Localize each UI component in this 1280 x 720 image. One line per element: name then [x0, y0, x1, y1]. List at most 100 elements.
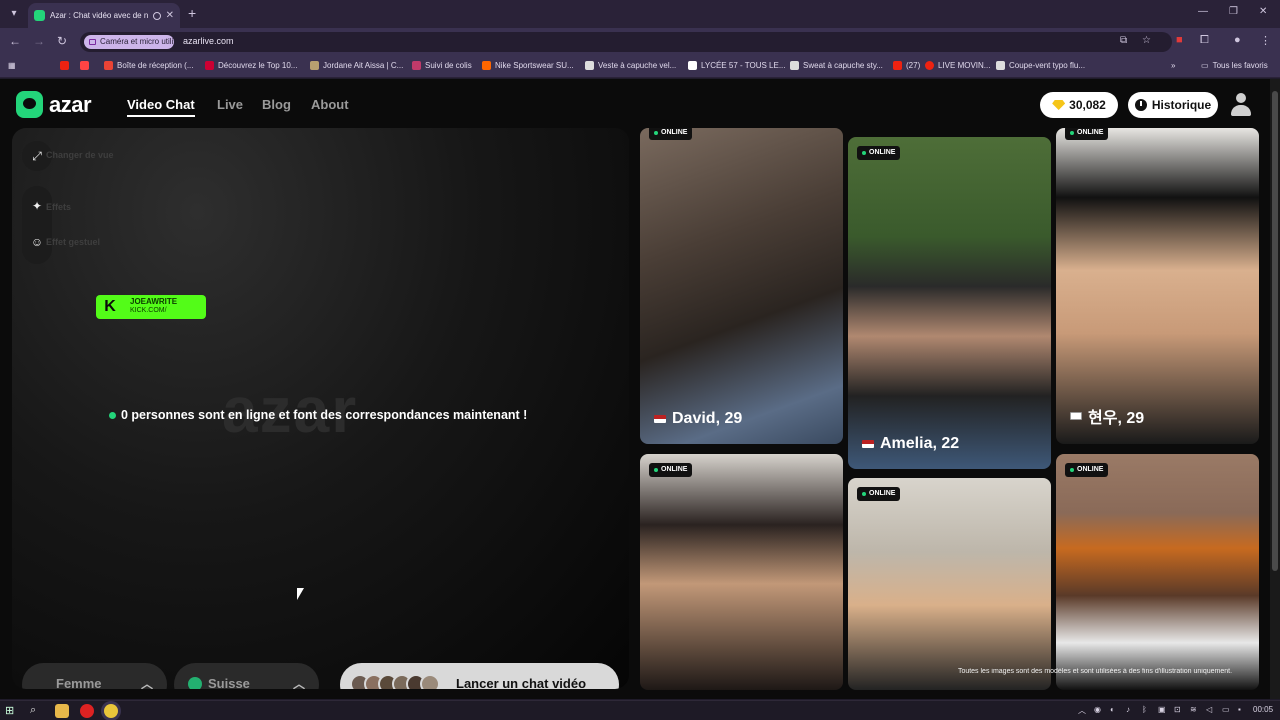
bookmark-top10[interactable]: Découvrez le Top 10... — [205, 61, 297, 70]
chrome-icon[interactable] — [104, 704, 118, 718]
tray-overflow-icon[interactable]: ︿ — [1078, 705, 1086, 716]
gender-filter-value: Femme — [56, 676, 102, 689]
bookmark-veste[interactable]: Veste à capuche vel... — [585, 61, 676, 70]
profile-name: 현우, 29 — [1070, 404, 1144, 428]
clock-time[interactable]: 00:05 — [1253, 705, 1273, 714]
all-bookmarks[interactable]: ▭ Tous les favoris — [1201, 61, 1268, 70]
page-scrollbar[interactable] — [1270, 79, 1280, 699]
online-badge: ONLINE — [649, 128, 693, 140]
online-badge: ONLINE — [1065, 128, 1109, 140]
folder-icon: ▭ — [1201, 61, 1209, 70]
chevron-up-icon: ︿ — [140, 677, 153, 689]
live-dot-icon — [925, 61, 934, 70]
bookmark-star-icon[interactable]: ☆ — [1142, 35, 1151, 46]
online-badge: ONLINE — [857, 487, 901, 501]
user-faces-stack — [350, 674, 440, 689]
cast-icon[interactable]: ⧉ — [1120, 35, 1127, 46]
reload-icon[interactable]: ↻ — [57, 34, 67, 48]
bluetooth-icon[interactable]: ᛒ — [1142, 705, 1147, 714]
tray-icon[interactable]: ◉ — [1094, 705, 1101, 714]
gender-filter-select[interactable]: Femme ︿ — [22, 663, 167, 689]
camera-mic-permission-chip[interactable]: Caméra et micro utilisés — [84, 35, 174, 49]
nav-live[interactable]: Live — [217, 97, 243, 112]
microphone-icon[interactable]: ♪ — [1126, 705, 1130, 714]
profile-card[interactable]: ONLINE — [640, 454, 843, 690]
page-icon — [585, 61, 594, 70]
us-flag-icon — [862, 440, 874, 448]
profile-card[interactable]: ONLINE 현우, 29 — [1056, 128, 1259, 444]
tab-list-chevron-icon[interactable]: ▾ — [6, 6, 22, 22]
images-disclaimer: Toutes les images sont des modèles et so… — [957, 668, 1233, 675]
bookmark-youtube-27[interactable]: (27) — [893, 61, 920, 70]
bookmark-lycee[interactable]: LYCÉE 57 - TOUS LE... — [688, 61, 785, 70]
profile-card[interactable]: ONLINE — [848, 478, 1051, 690]
country-filter-select[interactable]: Suisse ︿ — [174, 663, 319, 689]
tray-icon[interactable]: ◐ — [1110, 705, 1115, 714]
active-nav-underline — [127, 115, 195, 117]
tray-icon[interactable]: ⊡ — [1174, 705, 1181, 714]
bookmark-jordane[interactable]: Jordane Ait Aissa | C... — [310, 61, 403, 70]
search-icon[interactable]: ⌕ — [30, 704, 44, 718]
gem-icon — [1052, 100, 1066, 110]
browser-tab-azar[interactable]: Azar : Chat vidéo avec de nouvelles pers… — [28, 3, 180, 28]
nav-blog[interactable]: Blog — [262, 97, 291, 112]
tray-icon[interactable]: ▣ — [1158, 705, 1166, 714]
parcel-icon — [412, 61, 421, 70]
nike-icon — [482, 61, 491, 70]
tab-close-icon[interactable]: ✕ — [166, 10, 174, 21]
history-label: Historique — [1151, 98, 1212, 112]
profile-icon — [310, 61, 319, 70]
bookmark-youtube[interactable] — [60, 61, 69, 70]
bookmarks-overflow-icon[interactable]: » — [1171, 61, 1175, 70]
country-filter-value: Suisse — [208, 676, 250, 689]
profile-card[interactable]: ONLINE Amelia, 22 — [848, 137, 1051, 469]
bookmark-suivi[interactable]: Suivi de colis — [412, 61, 472, 70]
scrollbar-thumb[interactable] — [1272, 91, 1278, 571]
profile-card[interactable]: ONLINE — [1056, 454, 1259, 690]
history-button[interactable]: Historique — [1128, 92, 1218, 118]
start-button-label: Lancer un chat vidéo — [456, 676, 587, 689]
windows-start-icon[interactable]: ⊞ — [5, 704, 19, 718]
bookmark-inbox[interactable]: Boîte de réception (... — [104, 61, 194, 70]
restore-icon[interactable]: ❐ — [1229, 6, 1238, 17]
battery-icon[interactable]: ▭ — [1222, 705, 1230, 714]
us-flag-icon — [654, 415, 666, 423]
kick-stream-badge: K JOEAWRITE KICK.COM/ — [96, 295, 206, 319]
bookmark-nike[interactable]: Nike Sportswear SU... — [482, 61, 574, 70]
azar-page: azar Video Chat Live Blog About 30,082 H… — [0, 79, 1270, 699]
online-status-message: 0 personnes sont en ligne et font des co… — [109, 408, 527, 422]
minimize-icon[interactable]: — — [1198, 6, 1208, 17]
new-tab-plus-icon[interactable]: + — [188, 5, 196, 21]
apps-grid-icon[interactable]: ▦ — [8, 61, 16, 70]
tray-icon[interactable]: ▪ — [1238, 705, 1241, 714]
bookmark-gmail-red[interactable] — [80, 61, 89, 70]
clock-icon — [1134, 99, 1147, 111]
bookmark-coupe-vent[interactable]: Coupe-vent typo flu... — [996, 61, 1085, 70]
file-explorer-icon[interactable] — [55, 704, 69, 718]
online-badge: ONLINE — [649, 463, 693, 477]
profile-avatar-icon[interactable]: ● — [1234, 34, 1241, 46]
coins-balance-button[interactable]: 30,082 — [1040, 92, 1118, 118]
bookmark-label: Découvrez le Top 10... — [218, 61, 298, 70]
profile-card[interactable]: ONLINE David, 29 — [640, 128, 843, 444]
browser-menu-icon[interactable]: ⋮ — [1260, 34, 1271, 47]
azar-logo[interactable]: azar — [16, 91, 92, 118]
back-arrow-icon[interactable]: ← — [9, 34, 21, 48]
forward-arrow-icon[interactable]: → — [33, 34, 45, 48]
address-bar[interactable]: Caméra et micro utilisés azarlive.com ⧉ … — [80, 32, 1172, 52]
volume-icon[interactable]: ◁ — [1206, 705, 1212, 714]
extensions-puzzle-icon[interactable]: ⧠ — [1200, 34, 1209, 47]
bookmark-live-movin[interactable]: LIVE MOVIN... — [925, 61, 990, 70]
bookmark-sweat[interactable]: Sweat à capuche sty... — [790, 61, 883, 70]
bookmark-label: Sweat à capuche sty... — [803, 61, 883, 70]
opera-icon[interactable] — [80, 704, 94, 718]
recording-indicator-icon — [152, 11, 161, 20]
windows-taskbar: ⊞ ⌕ ︿ ◉ ◐ ♪ ᛒ ▣ ⊡ ≋ ◁ ▭ ▪ 00:05 — [0, 700, 1280, 720]
nav-about[interactable]: About — [311, 97, 349, 112]
user-avatar-icon[interactable] — [1230, 93, 1252, 117]
nav-video-chat[interactable]: Video Chat — [127, 97, 195, 112]
extension-red-icon[interactable]: ■ — [1176, 34, 1183, 46]
window-close-icon[interactable]: ✕ — [1259, 6, 1267, 17]
start-video-chat-button[interactable]: Lancer un chat vidéo — [340, 663, 619, 689]
wifi-icon[interactable]: ≋ — [1190, 705, 1197, 714]
